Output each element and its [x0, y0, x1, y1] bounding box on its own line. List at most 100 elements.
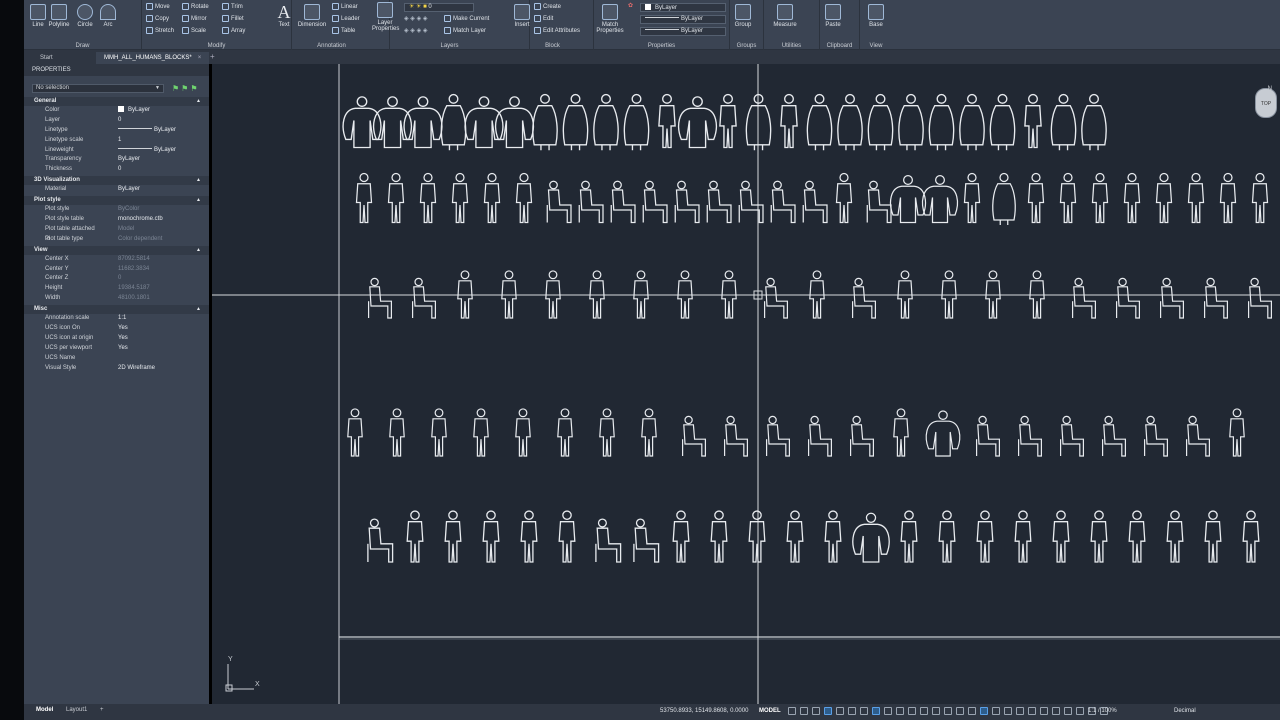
human-figure-block[interactable] [406, 510, 424, 563]
human-figure-block[interactable] [992, 172, 1016, 226]
human-figure-block[interactable] [897, 270, 913, 319]
human-figure-block[interactable] [1017, 415, 1043, 457]
circle-button[interactable]: Circle [74, 4, 96, 28]
quick-select-icons[interactable]: ⚑⚑⚑ [172, 84, 200, 93]
human-figure-block[interactable] [589, 270, 605, 319]
human-figure-block[interactable] [765, 415, 791, 457]
prop-row[interactable]: Center Z0 [24, 274, 209, 284]
ortho-icon[interactable] [824, 707, 832, 715]
human-figure-block[interactable] [1029, 270, 1045, 319]
human-figure-block[interactable] [748, 510, 766, 563]
human-figure-block[interactable] [473, 408, 489, 457]
human-figure-block[interactable] [1159, 277, 1185, 319]
properties-panel-title[interactable]: Properties [594, 43, 729, 49]
human-figure-block[interactable] [889, 175, 927, 224]
human-figure-block[interactable] [633, 518, 660, 563]
human-figure-block[interactable] [928, 93, 955, 151]
lineweight-dropdown[interactable]: ByLayer [640, 27, 726, 36]
human-figure-block[interactable] [1052, 510, 1070, 563]
human-figure-block[interactable] [642, 180, 668, 224]
scale-button[interactable]: Scale [182, 27, 206, 34]
human-figure-block[interactable] [595, 518, 622, 563]
human-figure-block[interactable] [674, 180, 700, 224]
rotate-button[interactable]: Rotate [182, 3, 209, 10]
human-figure-block[interactable] [389, 408, 405, 457]
human-figure-block[interactable] [763, 277, 789, 319]
human-figure-block[interactable] [1187, 172, 1205, 224]
human-figure-block[interactable] [545, 270, 561, 319]
human-figure-block[interactable] [578, 180, 604, 224]
human-figure-block[interactable] [515, 172, 533, 224]
human-figure-block[interactable] [852, 512, 890, 563]
snap-icon[interactable] [800, 707, 808, 715]
human-figure-block[interactable] [1155, 172, 1173, 224]
human-figure-block[interactable] [1014, 510, 1032, 563]
human-figure-block[interactable] [985, 270, 1001, 319]
human-figure-block[interactable] [1247, 277, 1273, 319]
human-figure-block[interactable] [387, 172, 405, 224]
group-button[interactable]: Group [732, 4, 754, 28]
human-figure-block[interactable] [546, 180, 572, 224]
tab-model[interactable]: Model [36, 707, 53, 713]
human-figure-block[interactable] [723, 415, 749, 457]
viewcube[interactable]: TOP [1255, 88, 1277, 118]
quick-properties-icon[interactable] [1040, 707, 1048, 715]
human-figure-block[interactable] [802, 180, 828, 224]
selection-dropdown[interactable]: No selection ▼ [32, 84, 164, 93]
isolate-objects-icon[interactable] [1064, 707, 1072, 715]
tab-drawing[interactable]: MMH_ALL_HUMANS_BLOCKS* × [96, 52, 210, 64]
close-icon[interactable]: × [198, 55, 202, 61]
human-figure-block[interactable] [1071, 277, 1097, 319]
human-figure-block[interactable] [921, 175, 959, 224]
human-figure-block[interactable] [593, 93, 619, 151]
annotation-monitor-icon[interactable] [1016, 707, 1024, 715]
human-figure-block[interactable] [558, 510, 576, 563]
prop-row[interactable]: Plot style ByColor [24, 205, 209, 215]
linear-dropdown[interactable]: Linear [332, 3, 358, 10]
drawing-canvas[interactable]: TOP N Y X [212, 64, 1280, 704]
edit-attributes-button[interactable]: Edit Attributes [534, 27, 580, 34]
human-figure-block[interactable] [1059, 415, 1085, 457]
section-misc[interactable]: Misc ▲ [24, 305, 209, 315]
prop-row[interactable]: Annotation scale 1:1 [24, 314, 209, 324]
human-figure-block[interactable] [677, 96, 718, 149]
human-figure-block[interactable] [770, 180, 796, 224]
human-figure-block[interactable] [806, 93, 833, 151]
human-figure-block[interactable] [976, 510, 994, 563]
selection-cycling-icon[interactable] [908, 707, 916, 715]
transparency-icon[interactable] [896, 707, 904, 715]
prop-row[interactable]: Linetype ByLayer [24, 126, 209, 136]
linetype-dropdown[interactable]: ByLayer [640, 15, 726, 24]
polyline-button[interactable]: Polyline [46, 4, 72, 28]
move-button[interactable]: Move [146, 3, 170, 10]
isodraft-icon[interactable] [848, 707, 856, 715]
human-figure-block[interactable] [1123, 172, 1141, 224]
mirror-button[interactable]: Mirror [182, 15, 207, 22]
human-figure-block[interactable] [1251, 172, 1269, 224]
fillet-button[interactable]: Fillet [222, 15, 244, 22]
human-figure-block[interactable] [1091, 172, 1109, 224]
object-snap-icon[interactable] [872, 707, 880, 715]
prop-row[interactable]: Color ByLayer [24, 106, 209, 116]
human-figure-block[interactable] [464, 96, 504, 149]
table-button[interactable]: Table [332, 27, 355, 34]
human-figure-block[interactable] [786, 510, 804, 563]
dynamic-input-icon[interactable] [812, 707, 820, 715]
human-figure-block[interactable] [419, 172, 437, 224]
human-figure-block[interactable] [1027, 172, 1045, 224]
human-figure-block[interactable] [1229, 408, 1245, 457]
prop-row[interactable]: UCS icon at origin Yes [24, 334, 209, 344]
prop-row[interactable]: Plot style table monochrome.ctb [24, 215, 209, 225]
human-figure-block[interactable] [1185, 415, 1211, 457]
human-figure-block[interactable] [898, 93, 924, 151]
grid-icon[interactable] [788, 707, 796, 715]
human-figure-block[interactable] [1101, 415, 1127, 457]
prop-row[interactable]: Visual Style 2D Wireframe [24, 364, 209, 374]
human-figure-block[interactable] [520, 510, 538, 563]
measure-button[interactable]: Measure [770, 4, 800, 28]
view-panel-title[interactable]: View [860, 43, 892, 49]
human-figure-block[interactable] [457, 270, 473, 319]
prop-row[interactable]: Layer 0 [24, 116, 209, 126]
polar-icon[interactable] [836, 707, 844, 715]
human-figure-block[interactable] [893, 408, 909, 457]
